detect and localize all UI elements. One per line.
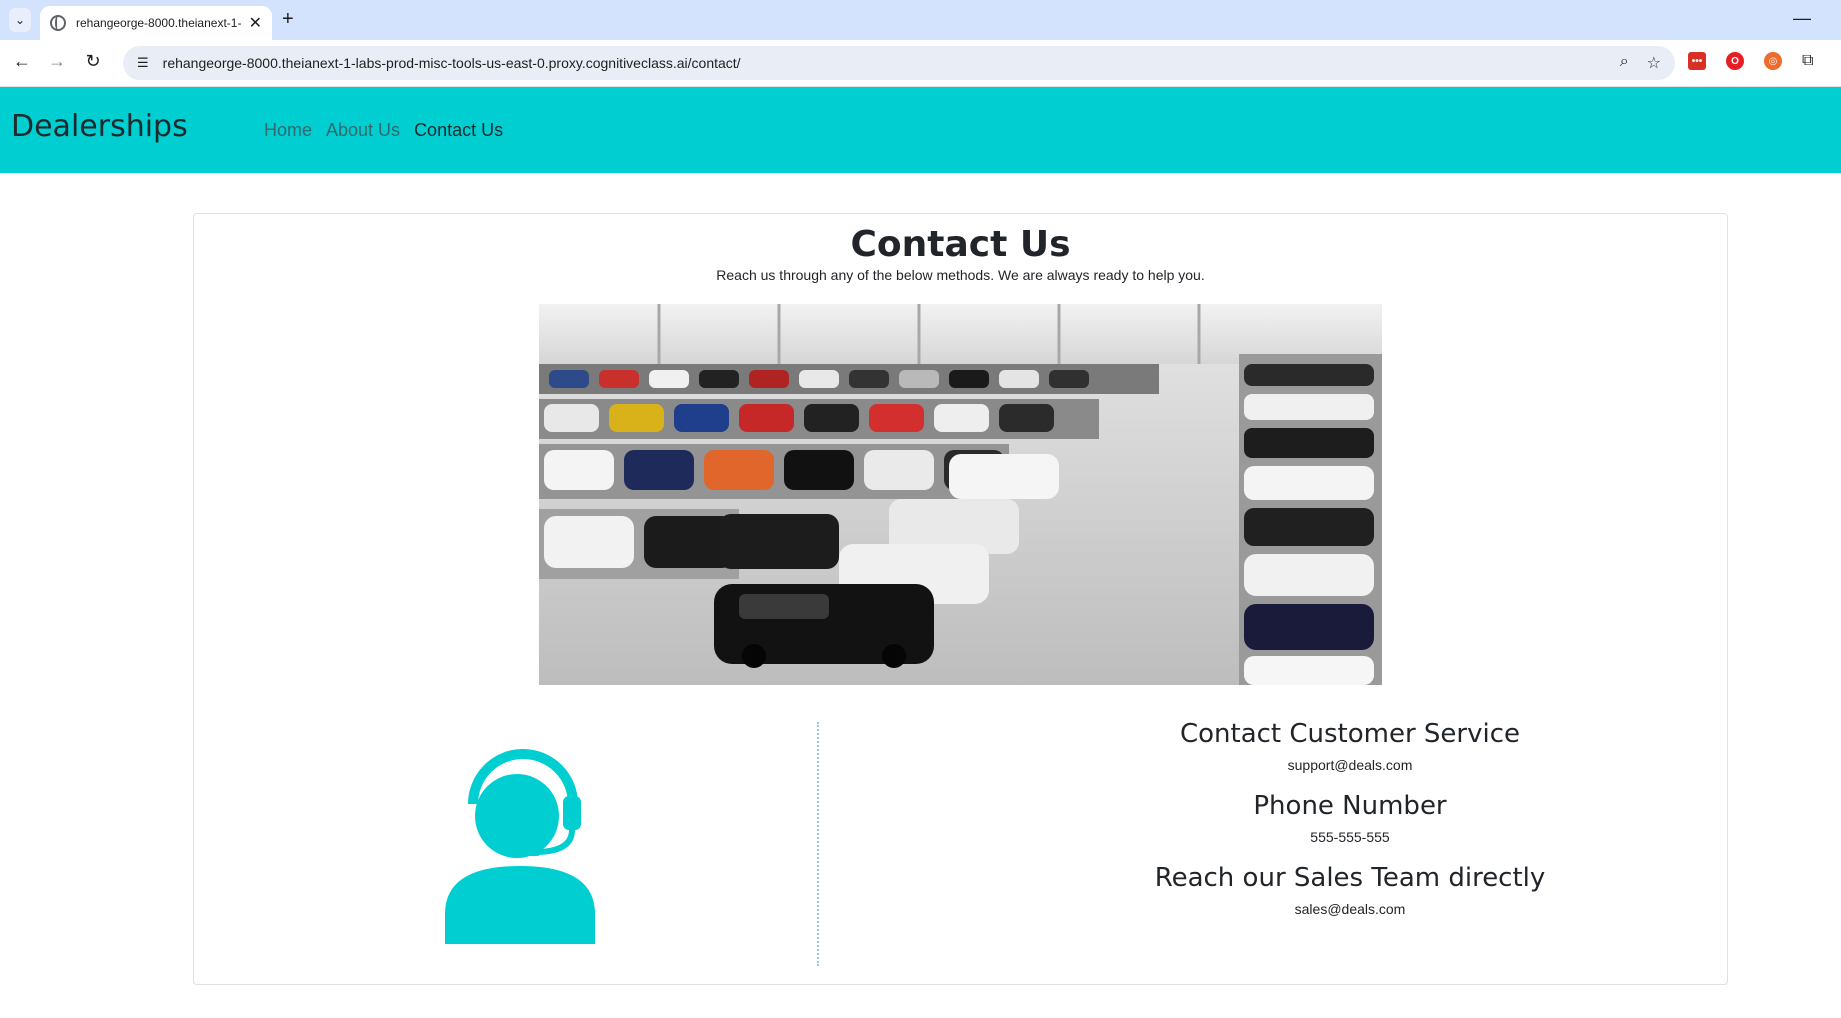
tab-search-icon[interactable]: ⌄ <box>9 8 31 32</box>
nav-home[interactable]: Home <box>264 120 312 141</box>
sales-email[interactable]: sales@deals.com <box>950 901 1750 917</box>
url-text[interactable]: rehangeorge-8000.theianext-1-labs-prod-m… <box>163 55 741 71</box>
contact-card: Contact Us Reach us through any of the b… <box>193 213 1728 985</box>
globe-icon <box>50 15 66 31</box>
browser-tab[interactable]: rehangeorge-8000.theianext-1- ✕ <box>40 6 272 40</box>
extension-red-icon[interactable]: ••• <box>1688 52 1706 70</box>
dealership-lot-image <box>539 304 1382 685</box>
vertical-divider <box>817 722 819 966</box>
customer-support-agent-icon <box>435 744 605 944</box>
reload-icon[interactable]: ↻ <box>81 51 105 72</box>
phone-number[interactable]: 555-555-555 <box>950 829 1750 845</box>
close-icon[interactable]: ✕ <box>249 13 262 33</box>
new-tab-icon[interactable]: + <box>282 8 294 31</box>
phone-heading: Phone Number <box>1253 791 1447 821</box>
customer-service-heading: Contact Customer Service <box>1179 719 1521 749</box>
extensions-puzzle-icon[interactable]: ⧉ <box>1802 52 1813 70</box>
nav-about-us[interactable]: About Us <box>326 120 400 141</box>
zoom-icon[interactable]: ⌕ <box>1620 53 1629 73</box>
minimize-icon[interactable]: — <box>1793 8 1811 29</box>
brand-title[interactable]: Dealerships <box>11 109 188 144</box>
browser-toolbar: ← → ↻ ☰ rehangeorge-8000.theianext-1-lab… <box>0 40 1841 87</box>
contact-info: Contact Customer Service support@deals.c… <box>950 719 1750 935</box>
site-info-icon[interactable]: ☰ <box>137 55 149 71</box>
page-title: Contact Us <box>850 224 1071 265</box>
page-subtitle: Reach us through any of the below method… <box>716 267 1205 283</box>
browser-tab-strip: ⌄ rehangeorge-8000.theianext-1- ✕ + — <box>0 0 1841 40</box>
site-navbar: Dealerships Home About Us Contact Us <box>0 87 1841 173</box>
extension-opera-icon[interactable]: O <box>1726 52 1744 70</box>
bookmark-star-icon[interactable]: ☆ <box>1647 53 1661 73</box>
extension-orange-icon[interactable]: ◎ <box>1764 52 1782 70</box>
forward-icon[interactable]: → <box>45 51 69 72</box>
nav-links: Home About Us Contact Us <box>264 120 503 141</box>
nav-contact-us[interactable]: Contact Us <box>414 120 503 141</box>
address-bar[interactable]: ☰ rehangeorge-8000.theianext-1-labs-prod… <box>123 46 1675 80</box>
sales-heading: Reach our Sales Team directly <box>1154 863 1546 893</box>
extensions-area: ••• O ◎ ⧉ <box>1688 52 1813 70</box>
back-icon[interactable]: ← <box>10 51 34 72</box>
tab-title: rehangeorge-8000.theianext-1- <box>76 16 241 30</box>
customer-service-email[interactable]: support@deals.com <box>950 757 1750 773</box>
